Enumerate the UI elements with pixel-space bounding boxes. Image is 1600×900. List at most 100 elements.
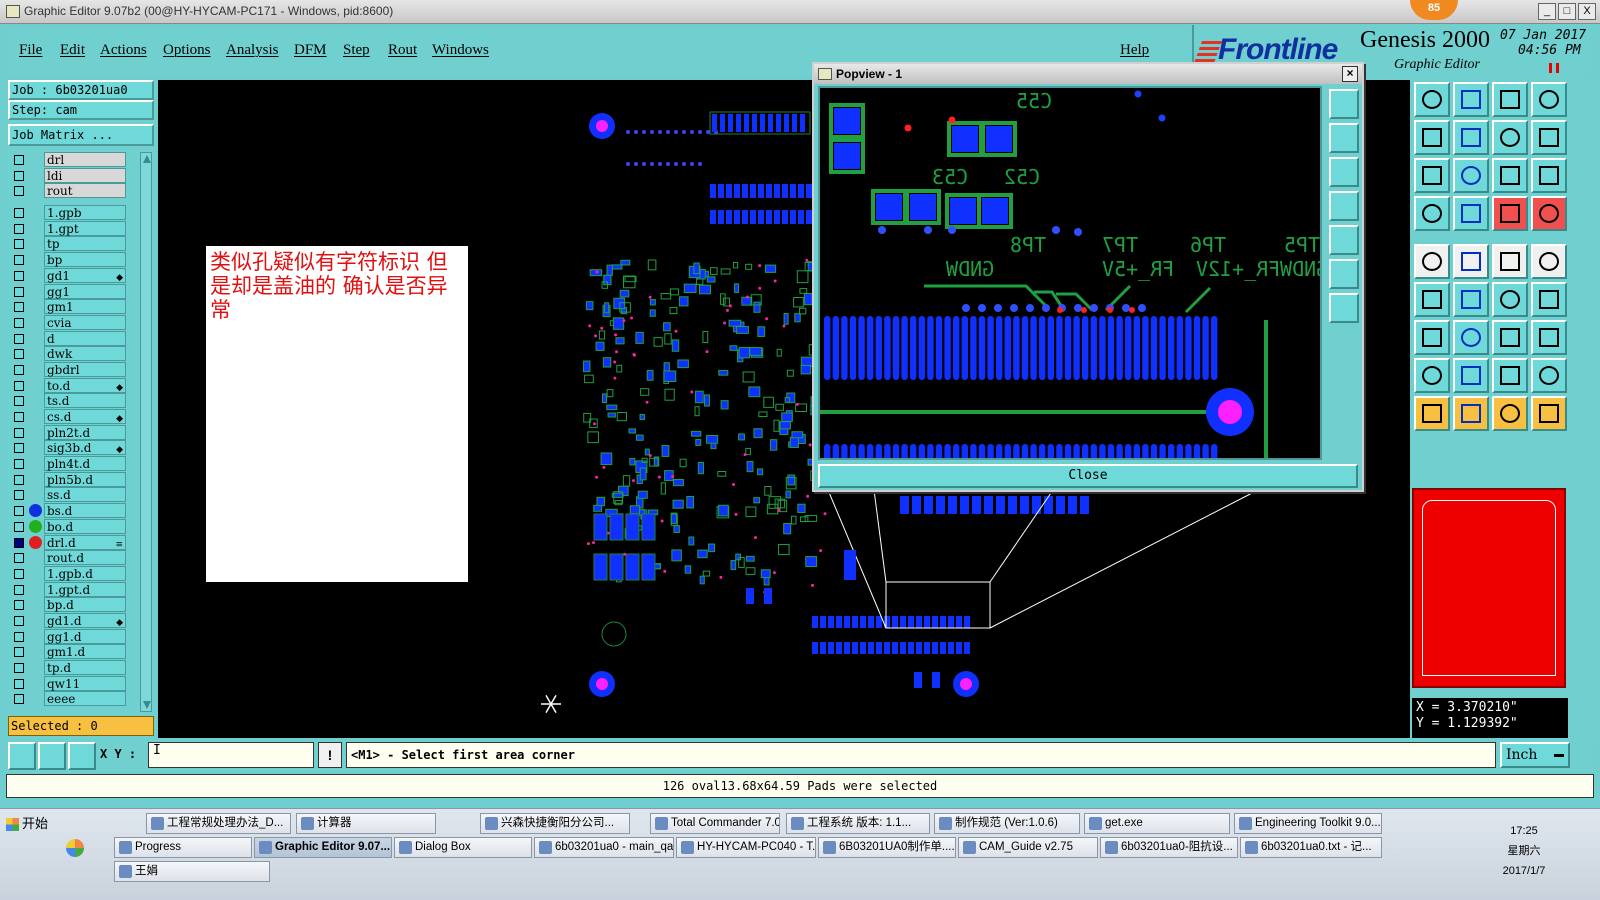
view-tool-11[interactable]: [1492, 158, 1528, 193]
layer-name[interactable]: eeee: [44, 691, 126, 707]
layer-row[interactable]: ldi: [8, 167, 128, 184]
measure-button[interactable]: [38, 742, 66, 770]
layer-checkbox[interactable]: [14, 459, 24, 470]
layer-row[interactable]: gm1: [8, 299, 128, 315]
popview-tool-6[interactable]: [1329, 259, 1359, 289]
layer-name[interactable]: pln2t.d: [44, 424, 126, 440]
layer-name[interactable]: tp.d: [44, 660, 126, 675]
layer-name[interactable]: gm1.d: [44, 644, 126, 660]
layer-name[interactable]: drl.d ≡: [44, 534, 126, 550]
layer-checkbox[interactable]: [14, 223, 24, 234]
layer-name[interactable]: bo.d: [44, 518, 126, 534]
popview-close-icon[interactable]: ×: [1342, 66, 1358, 82]
layer-row[interactable]: gd1.d ◆: [8, 612, 128, 629]
layer-name[interactable]: d: [44, 330, 126, 346]
grid-button[interactable]: [68, 742, 96, 770]
layer-name[interactable]: ts.d: [44, 393, 126, 409]
layer-name[interactable]: cvia: [44, 314, 126, 330]
layer-row[interactable]: gg1.d: [8, 628, 128, 645]
layer-checkbox[interactable]: [14, 239, 24, 250]
layer-name[interactable]: cs.d ◆: [44, 409, 126, 424]
taskbar-item[interactable]: 6b03201ua0-阻抗设...: [1100, 837, 1238, 858]
menu-file[interactable]: File: [19, 42, 42, 59]
layer-row[interactable]: 1.gpb.d: [8, 565, 128, 582]
unit-selector[interactable]: Inch: [1500, 742, 1570, 768]
view-tool-13[interactable]: [1414, 196, 1450, 231]
layer-checkbox[interactable]: [14, 474, 24, 485]
edit-tool-17[interactable]: [1414, 396, 1450, 431]
view-tool-15[interactable]: [1492, 196, 1528, 231]
minimize-button[interactable]: _: [1538, 3, 1556, 20]
menu-rout[interactable]: Rout: [388, 42, 417, 59]
menu-edit[interactable]: Edit: [60, 42, 85, 59]
layer-checkbox[interactable]: [14, 678, 24, 689]
layer-row[interactable]: tp.d: [8, 660, 128, 676]
layer-checkbox[interactable]: [14, 286, 24, 297]
layer-checkbox[interactable]: [14, 537, 24, 548]
edit-tool-10[interactable]: [1453, 320, 1489, 355]
layer-row[interactable]: pln4t.d: [8, 456, 128, 472]
minimap[interactable]: [1412, 488, 1566, 688]
quick-launch-icon[interactable]: [66, 839, 84, 857]
popview-tool-4[interactable]: [1329, 191, 1359, 221]
layer-name[interactable]: gg1.d: [44, 628, 126, 644]
taskbar-item[interactable]: 兴森快捷衡阳分公司...: [480, 813, 630, 834]
layer-checkbox[interactable]: [14, 615, 24, 626]
layer-name[interactable]: rout.d: [44, 550, 126, 566]
layer-name[interactable]: ss.d: [44, 487, 126, 503]
popview-tool-3[interactable]: [1329, 157, 1359, 187]
view-tool-12[interactable]: [1531, 158, 1567, 193]
layer-name[interactable]: drl: [44, 152, 126, 167]
layer-name[interactable]: qw11: [44, 675, 126, 691]
layer-name[interactable]: tp: [44, 236, 126, 252]
view-tool-3[interactable]: [1492, 82, 1528, 117]
layer-name[interactable]: dwk: [44, 346, 126, 362]
layer-checkbox[interactable]: [14, 302, 24, 313]
layer-checkbox[interactable]: [14, 663, 24, 673]
layer-checkbox[interactable]: [14, 317, 24, 328]
taskbar-item[interactable]: Total Commander 7.0 p...: [650, 813, 780, 834]
layer-name[interactable]: gbdrl: [44, 361, 126, 377]
layer-row[interactable]: bs.d: [8, 503, 128, 519]
layer-checkbox[interactable]: [14, 506, 24, 517]
menu-dfm[interactable]: DFM: [294, 42, 327, 59]
layer-row[interactable]: sig3b.d ◆: [8, 440, 128, 456]
menu-options[interactable]: Options: [163, 42, 211, 59]
zoom-area-button[interactable]: [8, 742, 36, 770]
edit-tool-18[interactable]: [1453, 396, 1489, 431]
scroll-up-icon[interactable]: [143, 155, 151, 163]
layer-name[interactable]: pln5b.d: [44, 471, 126, 487]
layer-checkbox[interactable]: [14, 155, 24, 165]
edit-tool-16[interactable]: [1531, 358, 1567, 393]
layer-row[interactable]: dwk: [8, 346, 128, 362]
menu-windows[interactable]: Windows: [432, 42, 489, 59]
taskbar-item[interactable]: 工程常规处理办法_D...: [146, 813, 291, 834]
edit-tool-19[interactable]: [1492, 396, 1528, 431]
taskbar-item[interactable]: Graphic Editor 9.07...: [254, 837, 392, 858]
view-tool-6[interactable]: [1453, 120, 1489, 155]
start-button[interactable]: 开始: [2, 813, 102, 837]
popview-close-button[interactable]: Close: [818, 464, 1358, 488]
edit-tool-5[interactable]: [1414, 282, 1450, 317]
layer-row[interactable]: 1.gpt: [8, 220, 128, 237]
view-tool-10[interactable]: [1453, 158, 1489, 193]
layer-name[interactable]: 1.gpt: [44, 220, 126, 236]
popview-tool-7[interactable]: [1329, 293, 1359, 323]
taskbar-item[interactable]: 6B03201UA0制作单....: [818, 837, 956, 858]
layer-row[interactable]: pln2t.d: [8, 424, 128, 441]
layer-checkbox[interactable]: [14, 584, 24, 595]
layer-checkbox[interactable]: [14, 521, 24, 532]
view-tool-16[interactable]: [1531, 196, 1567, 231]
layer-checkbox[interactable]: [14, 647, 24, 658]
layer-row[interactable]: qw11: [8, 675, 128, 692]
view-tool-4[interactable]: [1531, 82, 1567, 117]
layer-row[interactable]: gg1: [8, 283, 128, 300]
popview-tool-2[interactable]: [1329, 123, 1359, 153]
layer-row[interactable]: drl: [8, 152, 128, 168]
layer-row[interactable]: bp: [8, 252, 128, 268]
taskbar-item[interactable]: Engineering Toolkit 9.0...: [1234, 813, 1382, 834]
menu-help[interactable]: Help: [1120, 42, 1149, 59]
layer-checkbox[interactable]: [14, 553, 24, 564]
layer-name[interactable]: bp: [44, 252, 126, 268]
edit-tool-14[interactable]: [1453, 358, 1489, 393]
